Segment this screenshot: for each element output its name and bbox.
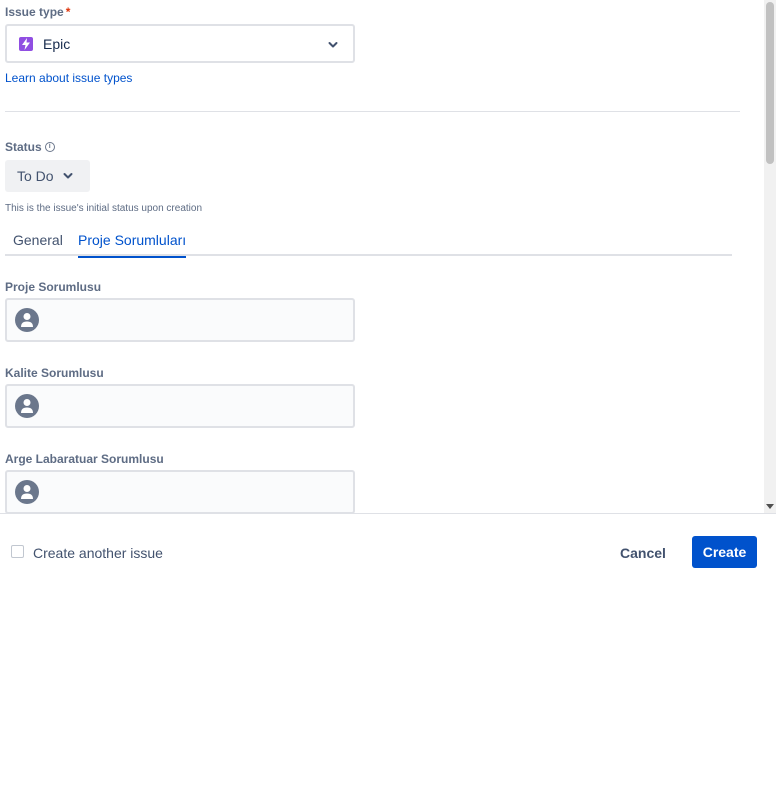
- proje-sorumlusu-picker[interactable]: [5, 298, 355, 342]
- scroll-down-arrow-icon[interactable]: [766, 504, 774, 509]
- issue-type-select[interactable]: Epic: [5, 24, 355, 63]
- status-label-text: Status: [5, 140, 42, 154]
- vertical-scrollbar[interactable]: [764, 0, 776, 513]
- create-another-label[interactable]: Create another issue: [33, 545, 163, 561]
- user-avatar-icon: [15, 394, 39, 418]
- epic-lightning-icon: [19, 37, 33, 51]
- chevron-down-icon: [63, 173, 73, 179]
- learn-issue-types-link[interactable]: Learn about issue types: [5, 71, 132, 85]
- status-help-text: This is the issue's initial status upon …: [5, 203, 203, 214]
- user-avatar-icon: [15, 308, 39, 332]
- user-avatar-icon: [15, 480, 39, 504]
- form-scroll-area[interactable]: Issue type * Epic Learn about issue types…: [0, 0, 764, 513]
- info-icon[interactable]: i: [44, 142, 55, 152]
- status-dropdown-button[interactable]: To Do: [5, 160, 90, 192]
- tab-proje-sorumlulari[interactable]: Proje Sorumluları: [78, 232, 187, 258]
- arge-labaratuar-sorumlusu-picker[interactable]: [5, 470, 355, 513]
- required-asterisk: *: [65, 5, 71, 19]
- footer-divider: [0, 513, 776, 514]
- kalite-sorumlusu-label: Kalite Sorumlusu: [5, 366, 104, 380]
- status-value: To Do: [17, 168, 54, 184]
- section-divider: [5, 111, 740, 112]
- tab-general[interactable]: General: [13, 232, 63, 256]
- proje-sorumlusu-label: Proje Sorumlusu: [5, 280, 102, 294]
- kalite-sorumlusu-picker[interactable]: [5, 384, 355, 428]
- scrollbar-thumb[interactable]: [766, 2, 774, 164]
- cancel-button[interactable]: Cancel: [610, 537, 676, 568]
- chevron-down-icon: [328, 42, 338, 48]
- issue-type-value: Epic: [43, 36, 71, 52]
- tab-bar: General Proje Sorumluları: [5, 226, 732, 258]
- arge-labaratuar-sorumlusu-label: Arge Labaratuar Sorumlusu: [5, 452, 164, 466]
- status-label: Status i: [5, 140, 55, 154]
- issue-type-label: Issue type *: [5, 5, 70, 19]
- issue-type-label-text: Issue type: [5, 5, 64, 19]
- create-button[interactable]: Create: [692, 536, 757, 568]
- create-another-checkbox[interactable]: [11, 545, 24, 558]
